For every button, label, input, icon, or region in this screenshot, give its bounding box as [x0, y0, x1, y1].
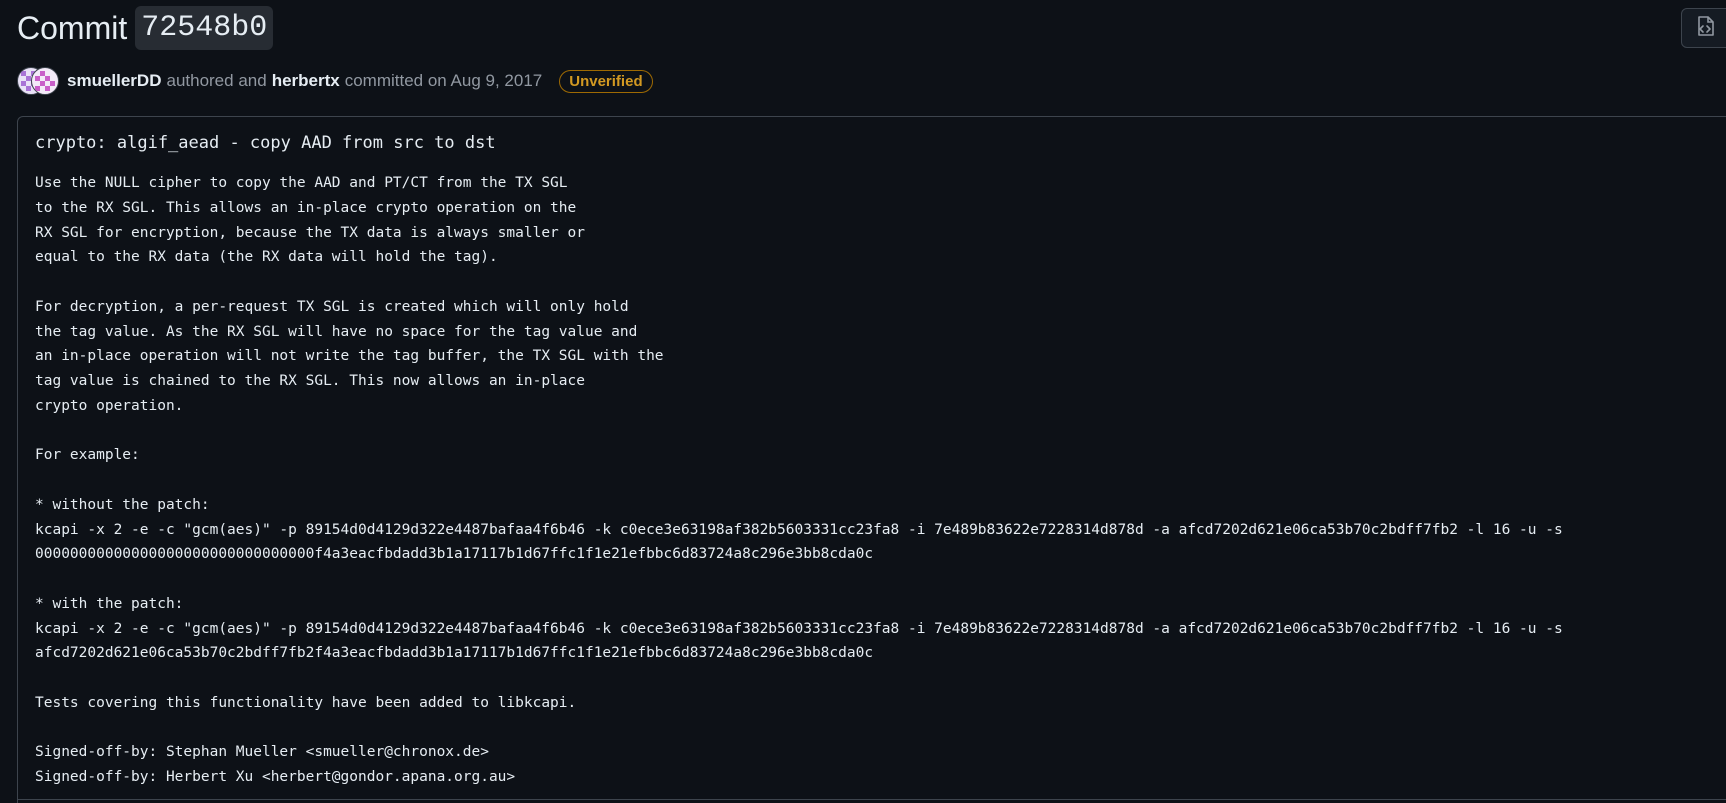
authored-text: authored and: [166, 71, 267, 90]
committed-date: committed on Aug 9, 2017: [344, 71, 543, 90]
committer-link[interactable]: herbertx: [272, 71, 340, 91]
avatar-group: [17, 67, 59, 95]
commit-description: Use the NULL cipher to copy the AAD and …: [35, 175, 1563, 785]
author-link[interactable]: smuellerDD: [67, 71, 161, 91]
committer-avatar[interactable]: [31, 67, 59, 95]
commit-message-box: crypto: algif_aead - copy AAD from src t…: [17, 116, 1726, 803]
divider: [18, 799, 1726, 800]
page-title: Commit 72548b0: [17, 6, 274, 50]
unverified-badge[interactable]: Unverified: [559, 69, 653, 93]
page-title-label: Commit: [17, 10, 128, 46]
commit-page: Commit 72548b0 smuellerDD authored and h…: [0, 0, 1726, 803]
code-file-icon: [1694, 15, 1716, 42]
commit-title: crypto: algif_aead - copy AAD from src t…: [35, 133, 496, 153]
commit-meta: smuellerDD authored and herbertx committ…: [17, 67, 653, 95]
browse-files-button[interactable]: [1681, 8, 1726, 48]
commit-sha[interactable]: 72548b0: [135, 6, 274, 50]
